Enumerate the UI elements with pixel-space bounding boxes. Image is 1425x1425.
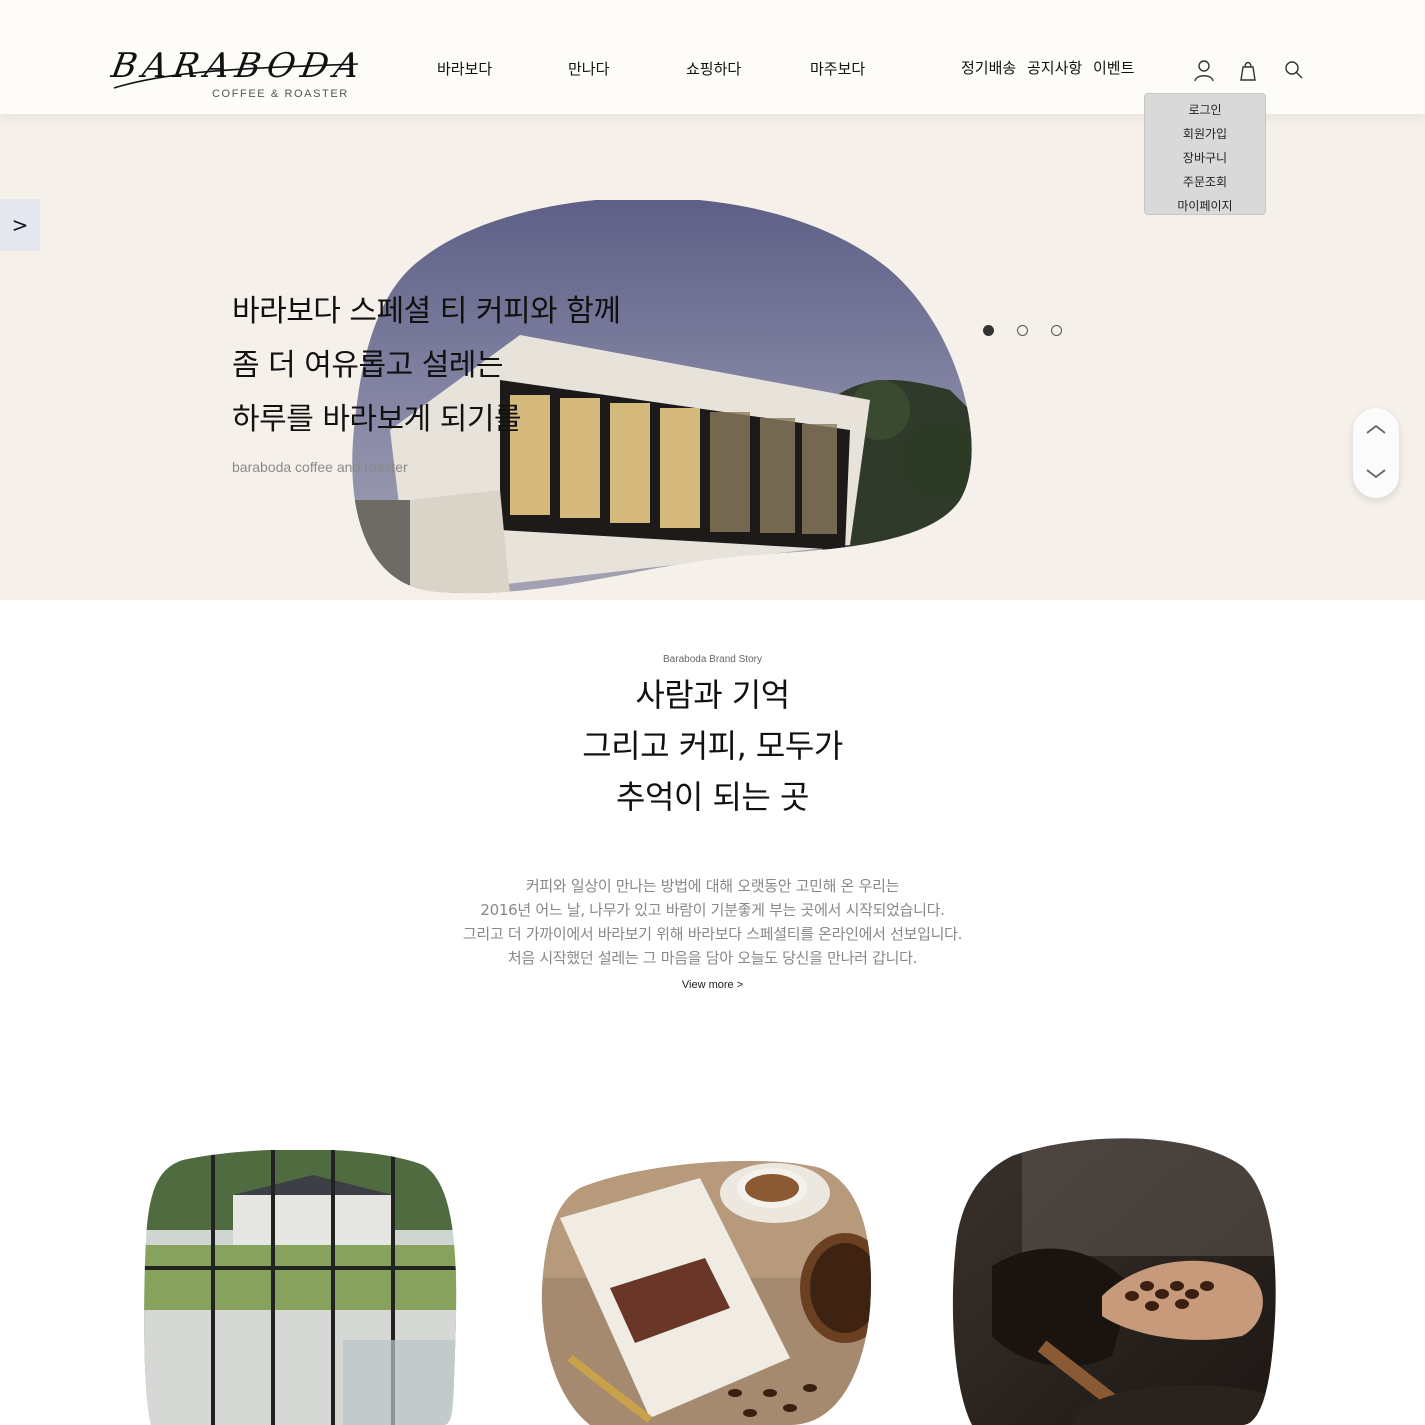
story-body-line: 처음 시작했던 설레는 그 마음을 담아 오늘도 당신을 만나러 갑니다.: [507, 949, 918, 967]
hero-headline-line: 바라보다 스페셜 티 커피와 함께: [232, 294, 621, 329]
menu-item-signup[interactable]: 회원가입: [1145, 122, 1265, 146]
slide-dot-3[interactable]: [1051, 325, 1062, 336]
gallery-image-coffee-roasting[interactable]: [952, 1136, 1278, 1425]
story-title-line: 그리고 커피, 모두가: [582, 727, 843, 765]
utility-links: 정기배송 공지사항 이벤트: [961, 57, 1134, 78]
logo-subtitle: COFFEE & ROASTER: [212, 88, 349, 100]
story-title: 사람과 기억 그리고 커피, 모두가 추억이 되는 곳: [0, 670, 1425, 823]
search-icon[interactable]: [1282, 58, 1306, 82]
user-dropdown-menu: 로그인 회원가입 장바구니 주문조회 마이페이지: [1144, 93, 1266, 215]
view-more-link[interactable]: View more >: [0, 979, 1425, 991]
logo-underline-stroke: [113, 63, 359, 89]
brand-logo[interactable]: BARABODA COFFEE & ROASTER: [108, 46, 368, 106]
util-link-subscription[interactable]: 정기배송: [961, 59, 1016, 77]
slide-dot-2[interactable]: [1017, 325, 1028, 336]
shopping-bag-icon[interactable]: [1236, 58, 1260, 82]
gallery-image-coffee-bag[interactable]: [540, 1158, 872, 1425]
story-body-line: 커피와 일상이 만나는 방법에 대해 오랫동안 고민해 온 우리는: [525, 877, 900, 895]
hero-subtitle: baraboda coffee and roaster: [232, 459, 408, 475]
menu-item-mypage[interactable]: 마이페이지: [1145, 194, 1265, 218]
hero-headline-line: 하루를 바라보게 되기를: [232, 402, 522, 437]
util-link-event[interactable]: 이벤트: [1093, 59, 1134, 77]
story-title-line: 추억이 되는 곳: [616, 778, 809, 816]
slide-dot-1[interactable]: [983, 325, 994, 336]
story-body-line: 그리고 더 가까이에서 바라보기 위해 바라보다 스페셜티를 온라인에서 선보입…: [462, 925, 963, 943]
story-body-line: 2016년 어느 날, 나무가 있고 바람이 기분좋게 부는 곳에서 시작되었습…: [480, 901, 945, 919]
nav-item-majuboda[interactable]: 마주보다: [810, 58, 865, 79]
nav-item-mannada[interactable]: 만나다: [568, 58, 609, 79]
side-panel-toggle[interactable]: >: [0, 199, 40, 251]
page: BARABODA COFFEE & ROASTER 바라보다 만나다 쇼핑하다 …: [0, 0, 1425, 1425]
util-link-notice[interactable]: 공지사항: [1027, 59, 1082, 77]
menu-item-cart[interactable]: 장바구니: [1145, 146, 1265, 170]
hero-copy: 바라보다 스페셜 티 커피와 함께 좀 더 여유롭고 설레는 하루를 바라보게 …: [232, 285, 621, 475]
page-scroll-control: [1353, 408, 1399, 498]
story-title-line: 사람과 기억: [635, 676, 790, 714]
nav-item-baraboda[interactable]: 바라보다: [437, 58, 492, 79]
nav-item-shopping[interactable]: 쇼핑하다: [686, 58, 741, 79]
menu-item-login[interactable]: 로그인: [1145, 98, 1265, 122]
chevron-up-icon: [1366, 424, 1386, 434]
gallery-image-cafe-interior[interactable]: [143, 1150, 457, 1425]
story-body: 커피와 일상이 만나는 방법에 대해 오랫동안 고민해 온 우리는 2016년 …: [0, 874, 1425, 970]
menu-item-order-lookup[interactable]: 주문조회: [1145, 170, 1265, 194]
scroll-down-button[interactable]: [1353, 453, 1399, 498]
hero-headline-line: 좀 더 여유롭고 설레는: [232, 348, 504, 383]
user-icon[interactable]: [1192, 58, 1216, 82]
story-kicker: Baraboda Brand Story: [663, 654, 762, 665]
scroll-up-button[interactable]: [1353, 408, 1399, 453]
chevron-down-icon: [1366, 469, 1386, 479]
